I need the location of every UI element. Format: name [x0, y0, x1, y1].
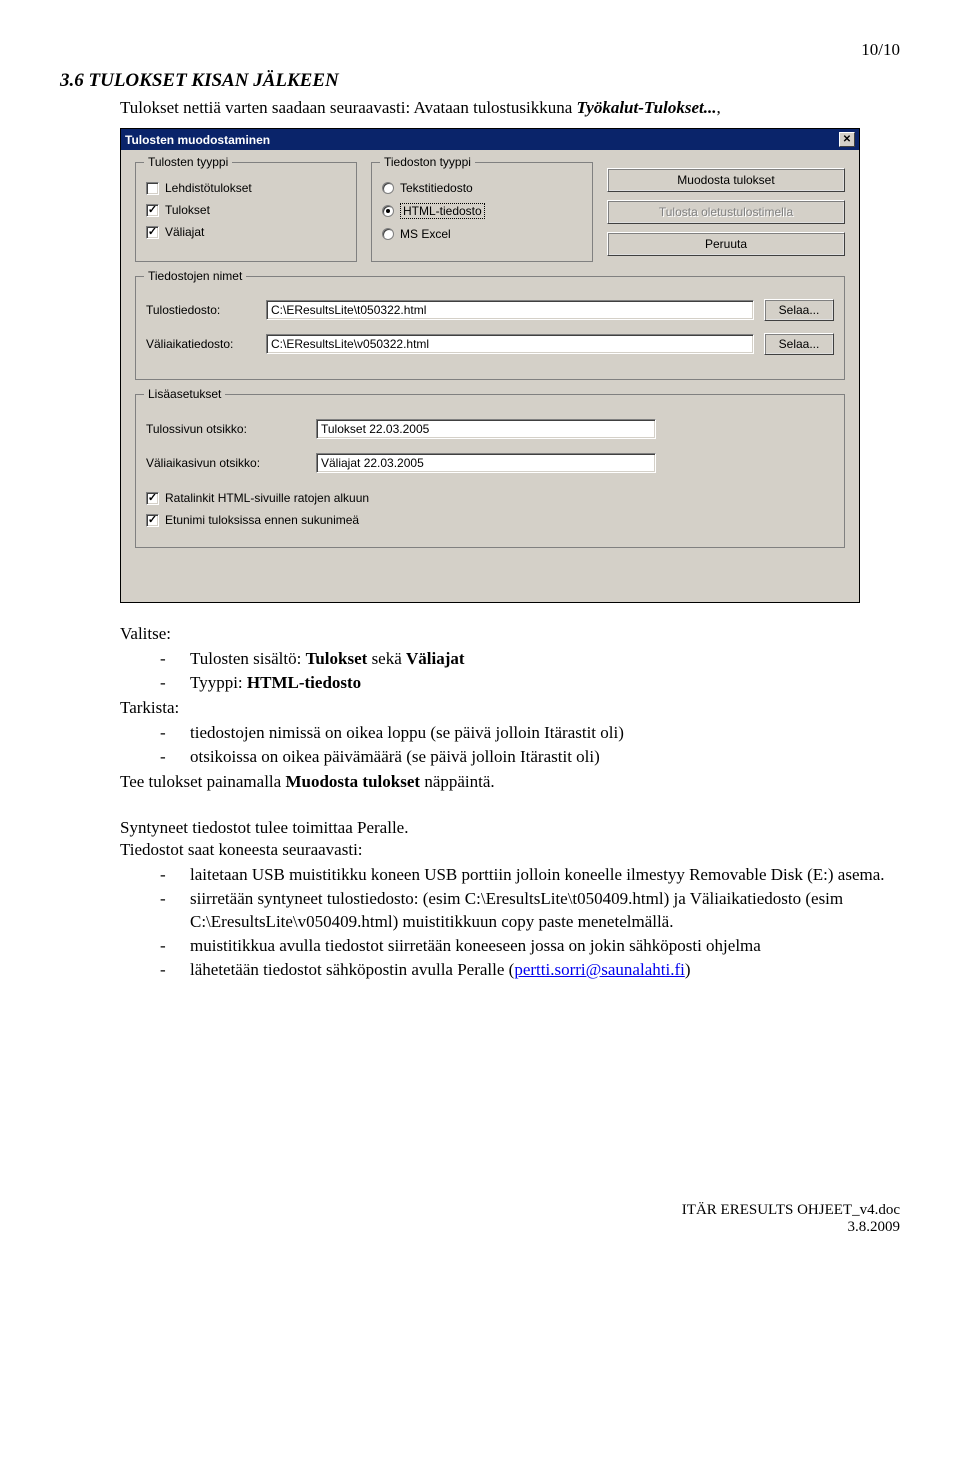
- dialog-title: Tulosten muodostaminen: [125, 133, 270, 147]
- label-valiajat: Väliajat: [165, 225, 204, 239]
- input-result-file[interactable]: [266, 300, 754, 320]
- footer-filename: ITÄR ERESULTS OHJEET_v4.doc: [60, 1202, 900, 1219]
- section-heading: 3.6 TULOKSET KISAN JÄLKEEN: [60, 70, 900, 92]
- list-item: Tyyppi: HTML-tiedosto: [160, 672, 900, 695]
- valitse-label: Valitse:: [120, 623, 900, 646]
- label-result-title: Tulossivun otsikko:: [146, 422, 306, 436]
- tee-line: Tee tulokset painamalla Muodosta tulokse…: [120, 771, 900, 794]
- intro-text: Tulokset nettiä varten saadaan seuraavas…: [120, 98, 900, 118]
- group-result-type: Tulosten tyyppi Lehdistötulokset Tulokse…: [135, 162, 357, 262]
- para-toimittaa: Syntyneet tiedostot tulee toimittaa Pera…: [120, 817, 900, 840]
- list-item: Tulosten sisältö: Tulokset sekä Väliajat: [160, 648, 900, 671]
- email-link[interactable]: pertti.sorri@saunalahti.fi: [514, 960, 685, 979]
- results-dialog: Tulosten muodostaminen ✕ Tulosten tyyppi…: [120, 128, 860, 603]
- label-splits-file: Väliaikatiedosto:: [146, 337, 256, 351]
- page-footer: ITÄR ERESULTS OHJEET_v4.doc 3.8.2009: [60, 1202, 900, 1236]
- label-etunimi: Etunimi tuloksissa ennen sukunimeä: [165, 513, 359, 527]
- checkbox-ratalinkit[interactable]: [146, 492, 159, 505]
- legend-extra: Lisäasetukset: [144, 387, 225, 401]
- list-item: siirretään syntyneet tulostiedosto: (esi…: [160, 888, 900, 934]
- label-lehdisto: Lehdistötulokset: [165, 181, 252, 195]
- browse-result-button[interactable]: Selaa...: [764, 299, 834, 321]
- label-text: Tekstitiedosto: [400, 181, 473, 195]
- group-extra-settings: Lisäasetukset Tulossivun otsikko: Väliai…: [135, 394, 845, 548]
- radio-text[interactable]: [382, 182, 394, 194]
- label-tulokset: Tulokset: [165, 203, 210, 217]
- legend-file-names: Tiedostojen nimet: [144, 269, 246, 283]
- list-item: tiedostojen nimissä on oikea loppu (se p…: [160, 722, 900, 745]
- tarkista-label: Tarkista:: [120, 697, 900, 720]
- intro-after: ,: [716, 98, 720, 117]
- label-html: HTML-tiedosto: [400, 203, 485, 219]
- checkbox-tulokset[interactable]: [146, 204, 159, 217]
- checkbox-etunimi[interactable]: [146, 514, 159, 527]
- checkbox-lehdisto[interactable]: [146, 182, 159, 195]
- intro-bold: Työkalut-Tulokset...: [577, 98, 717, 117]
- footer-date: 3.8.2009: [60, 1219, 900, 1236]
- buttons-column: Muodosta tulokset Tulosta oletustulostim…: [607, 162, 845, 262]
- group-file-type: Tiedoston tyyppi Tekstitiedosto HTML-tie…: [371, 162, 593, 262]
- radio-html[interactable]: [382, 205, 394, 217]
- instruction-text: Valitse: Tulosten sisältö: Tulokset sekä…: [120, 623, 900, 982]
- generate-button[interactable]: Muodosta tulokset: [607, 168, 845, 192]
- list-item: laitetaan USB muistitikku koneen USB por…: [160, 864, 900, 887]
- group-file-names: Tiedostojen nimet Tulostiedosto: Selaa..…: [135, 276, 845, 380]
- page-number: 10/10: [60, 40, 900, 60]
- list-item: otsikoissa on oikea päivämäärä (se päivä…: [160, 746, 900, 769]
- checkbox-valiajat[interactable]: [146, 226, 159, 239]
- print-default-button[interactable]: Tulosta oletustulostimella: [607, 200, 845, 224]
- label-splits-title: Väliaikasivun otsikko:: [146, 456, 306, 470]
- input-splits-title[interactable]: [316, 453, 656, 473]
- list-item: lähetetään tiedostot sähköpostin avulla …: [160, 959, 900, 982]
- input-splits-file[interactable]: [266, 334, 754, 354]
- close-icon[interactable]: ✕: [839, 132, 855, 147]
- label-excel: MS Excel: [400, 227, 451, 241]
- intro-before: Tulokset nettiä varten saadaan seuraavas…: [120, 98, 577, 117]
- label-ratalinkit: Ratalinkit HTML-sivuille ratojen alkuun: [165, 491, 369, 505]
- legend-file-type: Tiedoston tyyppi: [380, 155, 475, 169]
- legend-result-type: Tulosten tyyppi: [144, 155, 232, 169]
- list-item: muistitikkua avulla tiedostot siirretään…: [160, 935, 900, 958]
- radio-excel[interactable]: [382, 228, 394, 240]
- dialog-titlebar: Tulosten muodostaminen ✕: [121, 129, 859, 150]
- input-result-title[interactable]: [316, 419, 656, 439]
- label-result-file: Tulostiedosto:: [146, 303, 256, 317]
- para-seuraavasti: Tiedostot saat koneesta seuraavasti:: [120, 839, 900, 862]
- browse-splits-button[interactable]: Selaa...: [764, 333, 834, 355]
- cancel-button[interactable]: Peruuta: [607, 232, 845, 256]
